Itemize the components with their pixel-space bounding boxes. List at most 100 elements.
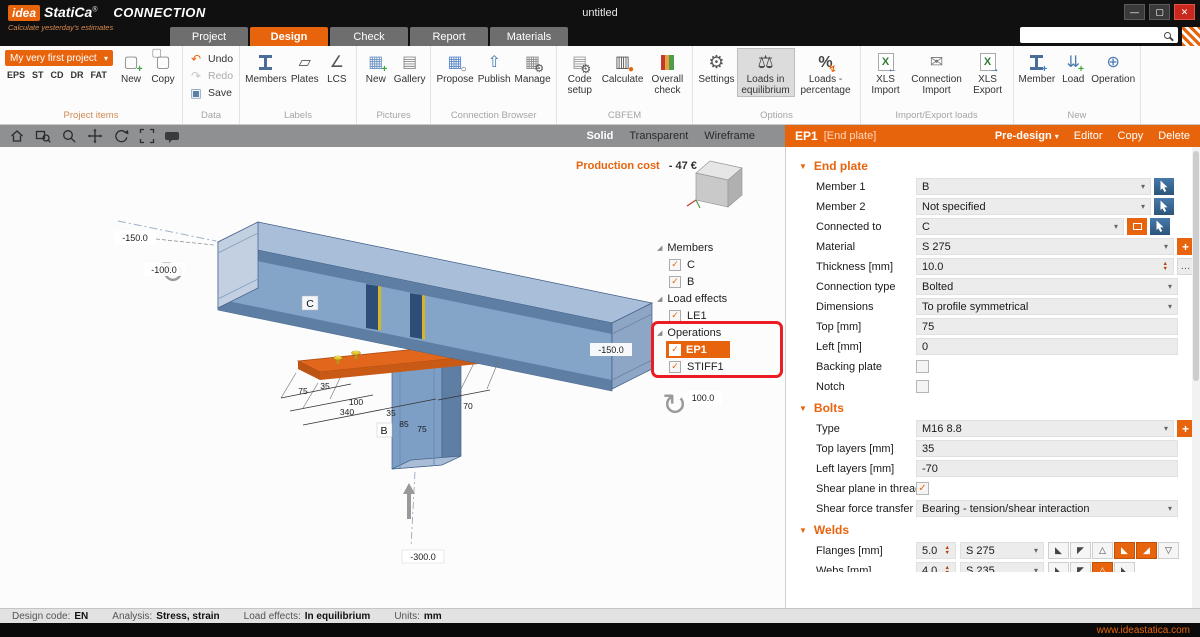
flanges-size-input[interactable]: 5.0 ▲▼ [916,542,956,559]
left-layers-input[interactable]: -70 [916,460,1178,477]
code-fat[interactable]: FAT [91,70,107,80]
tab-materials[interactable]: Materials [490,27,568,46]
member2-pick-button[interactable] [1154,198,1174,215]
save-button[interactable]: ▣Save [186,84,236,101]
rotate-icon[interactable] [112,128,129,145]
propose-button[interactable]: ▦○ Propose [434,48,475,86]
connection-import-button[interactable]: ✉ Connection Import [908,48,966,97]
weld-type-button-6[interactable]: ▽ [1158,542,1179,559]
search-box[interactable] [1020,27,1178,43]
weld-type-button-1[interactable]: ◣ [1048,542,1069,559]
render-mode-solid[interactable]: Solid [586,130,613,142]
xls-import-button[interactable]: X← XLS Import [864,48,908,97]
zoom-fit-icon[interactable] [138,128,155,145]
top-layers-input[interactable]: 35 [916,440,1178,457]
predesign-dropdown[interactable]: Pre-design ▾ [995,130,1059,142]
website-link[interactable]: www.ideastatica.com [1097,625,1190,636]
project-selector[interactable]: My very first project ▾ [5,50,113,66]
panel-scrollbar[interactable] [1192,147,1200,608]
connected-to-dropdown[interactable]: C ▾ [916,218,1124,235]
tree-item-member-c[interactable]: ✓ C [655,256,785,273]
xls-export-button[interactable]: X→ XLS Export [966,48,1010,97]
tree-group-load-effects[interactable]: ◢ Load effects [655,290,785,307]
checkbox-checked-icon[interactable]: ✓ [669,310,681,322]
spinner-icon[interactable]: ▲▼ [941,546,950,556]
close-button[interactable]: ✕ [1174,4,1195,20]
tab-project[interactable]: Project [170,27,248,46]
labels-members-button[interactable]: Members [243,48,289,86]
new-operation-button[interactable]: ⊕ Operation [1089,48,1137,86]
publish-button[interactable]: ⇧ Publish [476,48,513,86]
spinner-icon[interactable]: ▲▼ [1159,262,1168,272]
zoom-window-icon[interactable] [34,128,51,145]
tree-group-members[interactable]: ◢ Members [655,239,785,256]
editor-button[interactable]: Editor [1074,130,1103,142]
search-input[interactable] [1020,30,1164,41]
section-welds[interactable]: ▼ Welds [786,519,1200,541]
member-label-c[interactable]: C [302,296,318,310]
weld-type-button-3-active[interactable]: △ [1092,562,1113,572]
connected-to-pick-button[interactable] [1150,218,1170,235]
weld-type-button-2[interactable]: ◤ [1070,562,1091,572]
viewport-3d[interactable]: 75 35 100 340 35 85 75 70 ↻ -100.0 -150.… [0,147,785,608]
picture-gallery-button[interactable]: ▤ Gallery [392,48,428,86]
code-dr[interactable]: DR [71,70,84,80]
material-dropdown[interactable]: S 275 ▾ [916,238,1174,255]
code-st[interactable]: ST [32,70,44,80]
code-eps[interactable]: EPS [7,70,25,80]
minimize-button[interactable]: — [1124,4,1145,20]
settings-button[interactable]: ⚙ Settings [696,48,736,86]
weld-type-button-4[interactable]: ◣ [1114,562,1135,572]
new-member-button[interactable]: + Member [1017,48,1058,86]
spinner-icon[interactable]: ▲▼ [941,566,950,573]
weld-type-button-4-active[interactable]: ◣ [1114,542,1135,559]
maximize-button[interactable]: ▢ [1149,4,1170,20]
copy-project-button[interactable]: ▢▢ Copy [147,48,179,86]
labels-plates-button[interactable]: ▱ Plates [289,48,321,86]
loads-in-equilibrium-toggle[interactable]: ⚖ Loads in equilibrium [737,48,795,97]
new-load-button[interactable]: ⇊+ Load [1057,48,1089,86]
labels-lcs-button[interactable]: ∠ LCS [321,48,353,86]
home-view-icon[interactable] [8,128,25,145]
tab-design[interactable]: Design [250,27,328,46]
shear-plane-checkbox-checked[interactable]: ✓ [916,482,929,495]
checkbox-checked-icon[interactable]: ✓ [669,344,681,356]
tab-report[interactable]: Report [410,27,488,46]
member-label-b[interactable]: B [377,423,392,437]
webs-material-dropdown[interactable]: S 235 ▾ [960,562,1044,572]
notch-checkbox[interactable] [916,380,929,393]
new-project-button[interactable]: ▢+ New [115,48,147,86]
connection-type-dropdown[interactable]: Bolted ▾ [916,278,1178,295]
search-icon[interactable] [1164,32,1171,39]
picture-new-button[interactable]: ▦+ New [360,48,392,86]
weld-type-button-3[interactable]: △ [1092,542,1113,559]
flanges-material-dropdown[interactable]: S 275 ▾ [960,542,1044,559]
weld-type-button-2[interactable]: ◤ [1070,542,1091,559]
render-mode-transparent[interactable]: Transparent [629,130,688,142]
overall-check-button[interactable]: Overall check [645,48,689,97]
render-mode-wireframe[interactable]: Wireframe [704,130,755,142]
checkbox-checked-icon[interactable]: ✓ [669,276,681,288]
tree-group-operations[interactable]: ◢ Operations [655,324,785,341]
weld-type-button-1[interactable]: ◣ [1048,562,1069,572]
member1-pick-button[interactable] [1154,178,1174,195]
copy-operation-button[interactable]: Copy [1118,130,1144,142]
tree-item-le1[interactable]: ✓ LE1 [655,307,785,324]
section-end-plate[interactable]: ▼ End plate [786,155,1200,177]
left-input[interactable]: 0 [916,338,1178,355]
tree-item-member-b[interactable]: ✓ B [655,273,785,290]
member1-dropdown[interactable]: B ▾ [916,178,1151,195]
tab-check[interactable]: Check [330,27,408,46]
weld-type-button-5-active[interactable]: ◢ [1136,542,1157,559]
top-input[interactable]: 75 [916,318,1178,335]
manage-button[interactable]: ▦⚙ Manage [513,48,553,86]
member2-dropdown[interactable]: Not specified ▾ [916,198,1151,215]
zoom-icon[interactable] [60,128,77,145]
thickness-input[interactable]: 10.0 ▲▼ [916,258,1174,275]
shear-transfer-dropdown[interactable]: Bearing - tension/shear interaction ▾ [916,500,1178,517]
3d-scene[interactable]: 75 35 100 340 35 85 75 70 ↻ -100.0 -150.… [0,147,785,608]
dimensions-dropdown[interactable]: To profile symmetrical ▾ [916,298,1178,315]
checkbox-checked-icon[interactable]: ✓ [669,259,681,271]
undo-button[interactable]: ↶Undo [186,50,236,67]
checkbox-checked-icon[interactable]: ✓ [669,361,681,373]
